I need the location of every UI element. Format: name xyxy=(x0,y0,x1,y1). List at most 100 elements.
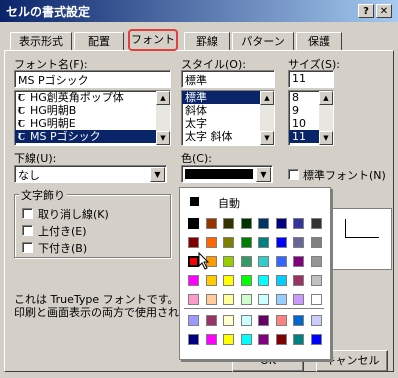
strikethrough-label: 取り消し線(K) xyxy=(38,208,109,221)
help-button[interactable]: ? xyxy=(358,4,374,18)
color-swatch[interactable] xyxy=(258,218,269,229)
subscript-checkbox[interactable] xyxy=(22,242,33,253)
color-swatch[interactable] xyxy=(240,315,252,326)
color-swatch[interactable] xyxy=(258,275,269,286)
style-list-scrollbar[interactable]: ▲ ▼ xyxy=(260,91,274,145)
superscript-checkbox[interactable] xyxy=(22,225,33,236)
color-swatch[interactable] xyxy=(188,237,199,248)
font-list-scrollbar[interactable]: ▲ ▼ xyxy=(156,91,170,145)
color-swatch[interactable] xyxy=(205,334,217,345)
color-swatch[interactable] xyxy=(310,294,322,305)
underline-select[interactable]: なし ▼ xyxy=(14,165,167,183)
tab-number-format[interactable]: 表示形式 xyxy=(10,32,72,50)
normal-font-checkbox[interactable] xyxy=(288,169,299,180)
color-swatch[interactable] xyxy=(275,315,287,326)
color-swatch[interactable] xyxy=(205,275,217,286)
color-swatch[interactable] xyxy=(293,294,304,305)
color-swatch[interactable] xyxy=(310,275,322,286)
color-swatch[interactable] xyxy=(205,294,217,305)
palette-divider xyxy=(184,308,324,309)
scroll-down-icon[interactable]: ▼ xyxy=(156,131,170,145)
color-swatch[interactable] xyxy=(240,294,252,305)
color-swatch[interactable] xyxy=(223,315,234,326)
color-swatch[interactable] xyxy=(223,218,234,229)
scroll-up-icon[interactable]: ▲ xyxy=(319,91,333,105)
size-list[interactable]: 8 9 10 11 ▲ ▼ xyxy=(288,90,334,146)
color-swatch[interactable] xyxy=(240,256,252,267)
color-swatch[interactable] xyxy=(258,237,269,248)
color-swatch[interactable] xyxy=(258,294,269,305)
scroll-up-icon[interactable]: ▲ xyxy=(260,91,274,105)
color-palette-popup[interactable]: 自動 xyxy=(179,187,331,360)
color-swatch[interactable] xyxy=(310,315,322,326)
list-item[interactable]: Ꞇ HG明朝E xyxy=(15,117,170,130)
color-swatch[interactable] xyxy=(310,237,322,248)
tab-alignment[interactable]: 配置 xyxy=(74,32,124,50)
strikethrough-checkbox[interactable] xyxy=(22,208,33,219)
preview-line xyxy=(345,219,346,237)
style-list[interactable]: 標準 斜体 太字 太字 斜体 ▲ ▼ xyxy=(181,90,275,146)
color-swatch[interactable] xyxy=(223,256,234,267)
auto-color-label: 自動 xyxy=(218,197,240,210)
color-swatch[interactable] xyxy=(223,334,234,345)
color-swatch[interactable] xyxy=(310,218,322,229)
color-swatch[interactable] xyxy=(188,275,199,286)
color-swatch[interactable] xyxy=(188,315,199,326)
tab-protection[interactable]: 保護 xyxy=(296,32,342,50)
color-label: 色(C): xyxy=(181,152,212,165)
tab-border[interactable]: 罫線 xyxy=(184,32,230,50)
color-swatch[interactable] xyxy=(205,315,217,326)
color-swatch[interactable] xyxy=(223,294,234,305)
color-swatch[interactable] xyxy=(275,218,287,229)
color-swatch[interactable] xyxy=(293,334,304,345)
scroll-down-icon[interactable]: ▼ xyxy=(260,131,274,145)
preview-box xyxy=(330,208,392,270)
title-bar: セルの書式設定 ? ✕ xyxy=(0,0,398,22)
color-swatch[interactable] xyxy=(240,218,252,229)
subscript-label: 下付き(B) xyxy=(38,242,88,255)
size-input[interactable]: 11 xyxy=(288,70,334,88)
color-swatch[interactable] xyxy=(275,256,287,267)
font-name-list[interactable]: Ꞇ HG創英角ポップ体 Ꞇ HG明朝B Ꞇ HG明朝E Ꞇ MS Pゴシック ▲ ▼ xyxy=(14,90,171,146)
scroll-down-icon[interactable]: ▼ xyxy=(319,131,333,145)
color-swatch[interactable] xyxy=(240,275,252,286)
color-swatch[interactable] xyxy=(188,334,199,345)
color-swatch[interactable] xyxy=(240,334,252,345)
color-swatch[interactable] xyxy=(275,334,287,345)
size-list-scrollbar[interactable]: ▲ ▼ xyxy=(319,91,333,145)
chevron-down-icon[interactable]: ▼ xyxy=(150,167,165,182)
tab-font[interactable]: フォント xyxy=(128,29,178,51)
color-swatch[interactable] xyxy=(293,315,304,326)
color-swatch[interactable] xyxy=(258,256,269,267)
tab-pattern[interactable]: パターン xyxy=(232,32,294,50)
color-swatch[interactable] xyxy=(187,217,200,230)
color-swatch[interactable] xyxy=(293,256,304,267)
color-swatch[interactable] xyxy=(275,294,287,305)
color-swatch[interactable] xyxy=(275,237,287,248)
color-swatch[interactable] xyxy=(205,218,217,229)
color-swatch[interactable] xyxy=(258,334,269,345)
color-swatch[interactable] xyxy=(205,237,217,248)
style-input[interactable]: 標準 xyxy=(181,70,275,88)
list-item-selected[interactable]: Ꞇ MS Pゴシック xyxy=(15,130,170,143)
scroll-up-icon[interactable]: ▲ xyxy=(156,91,170,105)
superscript-label: 上付き(E) xyxy=(38,225,87,238)
color-select[interactable]: ▼ xyxy=(181,165,273,183)
color-swatch[interactable] xyxy=(293,237,304,248)
color-swatch[interactable] xyxy=(275,275,287,286)
auto-color-option[interactable]: 自動 xyxy=(184,192,324,210)
chevron-down-icon[interactable]: ▼ xyxy=(256,167,271,182)
color-swatch[interactable] xyxy=(310,256,322,267)
list-item[interactable]: Ꞇ HG明朝B xyxy=(15,104,170,117)
color-swatch[interactable] xyxy=(293,218,304,229)
close-button[interactable]: ✕ xyxy=(376,4,392,18)
list-item[interactable]: Ꞇ HG創英角ポップ体 xyxy=(15,91,170,104)
color-swatch[interactable] xyxy=(310,334,322,345)
color-swatch[interactable] xyxy=(188,294,199,305)
font-name-input[interactable]: MS Pゴシック xyxy=(14,70,171,88)
color-swatch[interactable] xyxy=(258,315,269,326)
color-swatch[interactable] xyxy=(223,237,234,248)
color-swatch[interactable] xyxy=(223,275,234,286)
color-swatch[interactable] xyxy=(240,237,252,248)
color-swatch[interactable] xyxy=(293,275,304,286)
